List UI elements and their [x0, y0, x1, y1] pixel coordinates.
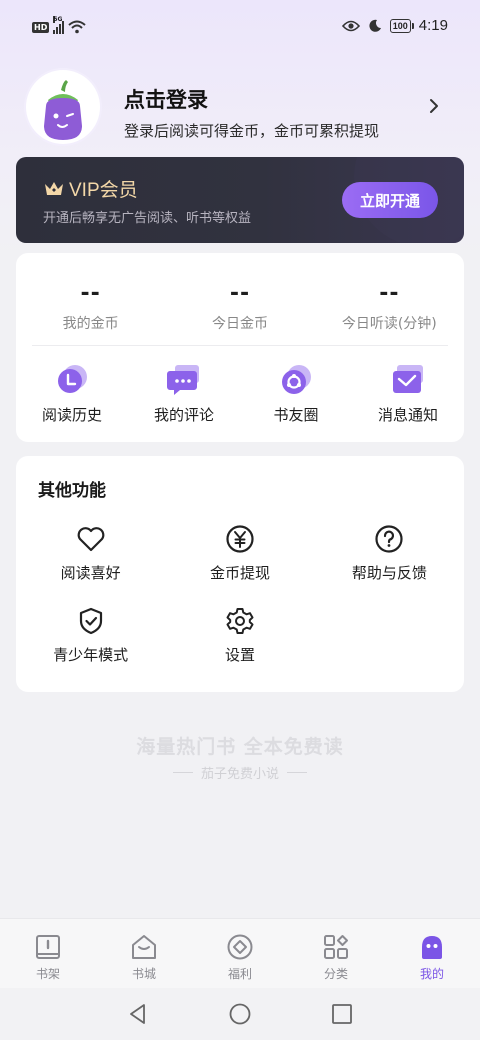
function-withdraw-coins[interactable]: 金币提现	[165, 524, 314, 606]
slogan-main: 海量热门书 全本免费读	[136, 736, 344, 758]
quick-link-book-circle[interactable]: 书友圈	[240, 363, 352, 425]
stat-value: --	[229, 281, 251, 306]
stat-value: --	[379, 281, 400, 306]
stat-today-coins[interactable]: -- 今日金币	[165, 279, 314, 333]
history-icon	[58, 365, 87, 393]
stats-row: -- 我的金币 -- 今日金币 -- 今日听读(分钟)	[16, 279, 464, 333]
tab-bookshelf[interactable]: 书架	[0, 919, 96, 988]
tab-bookstore[interactable]: 书城	[96, 919, 192, 988]
function-label: 帮助与反馈	[351, 564, 427, 582]
heart-icon	[77, 527, 105, 552]
help-icon	[375, 525, 403, 553]
mine-icon	[422, 936, 442, 959]
quick-link-notifications[interactable]: 消息通知	[352, 363, 464, 425]
function-label: 金币提现	[209, 564, 270, 582]
recents-icon[interactable]	[330, 1002, 354, 1026]
status-left: HD 5G	[32, 16, 87, 34]
stats-card: -- 我的金币 -- 今日金币 -- 今日听读(分钟) 阅读历史 我的评论 书友…	[16, 253, 464, 442]
back-icon[interactable]	[126, 1002, 150, 1026]
eggplant-mascot-icon	[44, 80, 82, 140]
section-title: 其他功能	[38, 481, 106, 501]
quick-link-history[interactable]: 阅读历史	[16, 363, 128, 425]
function-settings[interactable]: 设置	[165, 606, 314, 688]
stat-label: 今日金币	[211, 316, 268, 332]
wifi-icon	[68, 20, 87, 34]
other-functions-card: 其他功能 阅读喜好 金币提现 帮助与反馈 青少年模式 设置	[16, 456, 464, 692]
login-subtitle: 登录后阅读可得金币，金币可累积提现	[124, 122, 380, 140]
quick-link-label: 阅读历史	[41, 406, 102, 424]
divider	[32, 345, 448, 346]
circle-icon	[282, 365, 311, 394]
comment-icon	[167, 365, 199, 395]
tab-label: 福利	[227, 967, 252, 981]
tab-welfare[interactable]: 福利	[192, 919, 288, 988]
yuan-icon	[226, 525, 254, 553]
hd-badge: HD	[32, 21, 50, 33]
chevron-right-icon[interactable]	[428, 98, 440, 114]
home-icon[interactable]	[228, 1002, 252, 1026]
function-label: 青少年模式	[53, 646, 129, 664]
function-label: 阅读喜好	[60, 564, 121, 582]
stat-label: 我的金币	[62, 316, 119, 332]
quick-link-label: 书友圈	[273, 406, 319, 424]
login-header[interactable]: 点击登录 登录后阅读可得金币，金币可累积提现	[26, 70, 456, 150]
open-vip-button[interactable]: 立即开通	[342, 182, 438, 218]
clock: 4:19	[418, 17, 448, 34]
gear-icon	[226, 608, 254, 634]
cell-signal-icon: 5G	[53, 16, 65, 34]
bottom-tab-bar: 书架 书城 福利 分类 我的	[0, 918, 480, 988]
notification-icon	[393, 365, 423, 393]
vip-banner[interactable]: VIP会员 开通后畅享无广告阅读、听书等权益 立即开通	[16, 157, 464, 243]
vip-subtitle: 开通后畅享无广告阅读、听书等权益	[43, 211, 252, 226]
category-icon	[324, 935, 348, 959]
quick-link-label: 消息通知	[377, 406, 438, 424]
status-bar: HD 5G 100 4:19	[0, 0, 480, 56]
eye-icon	[341, 20, 360, 31]
tab-mine[interactable]: 我的	[384, 919, 480, 988]
vip-title: VIP会员	[43, 175, 138, 202]
bookstore-icon	[132, 935, 156, 959]
crown-icon	[45, 181, 63, 195]
vip-title-text: VIP会员	[69, 180, 138, 201]
quick-link-comments[interactable]: 我的评论	[128, 363, 240, 425]
tab-label: 我的	[419, 967, 444, 981]
login-title[interactable]: 点击登录	[124, 84, 208, 114]
quick-link-label: 我的评论	[153, 406, 214, 424]
function-grid: 阅读喜好 金币提现 帮助与反馈 青少年模式 设置	[16, 524, 464, 688]
stat-label: 今日听读(分钟)	[341, 316, 437, 332]
tab-label: 书架	[35, 967, 60, 981]
tab-category[interactable]: 分类	[288, 919, 384, 988]
system-nav-bar	[0, 988, 480, 1040]
slogan-sub-row: 茄子免费小说	[0, 763, 480, 782]
slogan-sub: 茄子免费小说	[200, 767, 279, 782]
function-teen-mode[interactable]: 青少年模式	[16, 606, 165, 688]
moon-icon	[369, 19, 381, 32]
function-label: 设置	[224, 646, 255, 664]
tab-label: 分类	[323, 967, 348, 981]
battery-icon: 100	[389, 18, 414, 33]
quick-links: 阅读历史 我的评论 书友圈 消息通知	[16, 363, 464, 425]
stat-my-coins[interactable]: -- 我的金币	[16, 279, 165, 333]
stat-value: --	[80, 281, 101, 306]
function-help-feedback[interactable]: 帮助与反馈	[315, 524, 464, 606]
slogan: 海量热门书 全本免费读 茄子免费小说	[0, 732, 480, 782]
bookshelf-icon	[36, 935, 60, 959]
stat-today-listening[interactable]: -- 今日听读(分钟)	[315, 279, 464, 333]
status-right: 100 4:19	[341, 17, 448, 34]
tab-label: 书城	[131, 967, 156, 981]
coin-icon	[227, 934, 253, 960]
function-reading-preference[interactable]: 阅读喜好	[16, 524, 165, 606]
avatar[interactable]	[26, 70, 100, 144]
shield-icon	[79, 607, 102, 635]
